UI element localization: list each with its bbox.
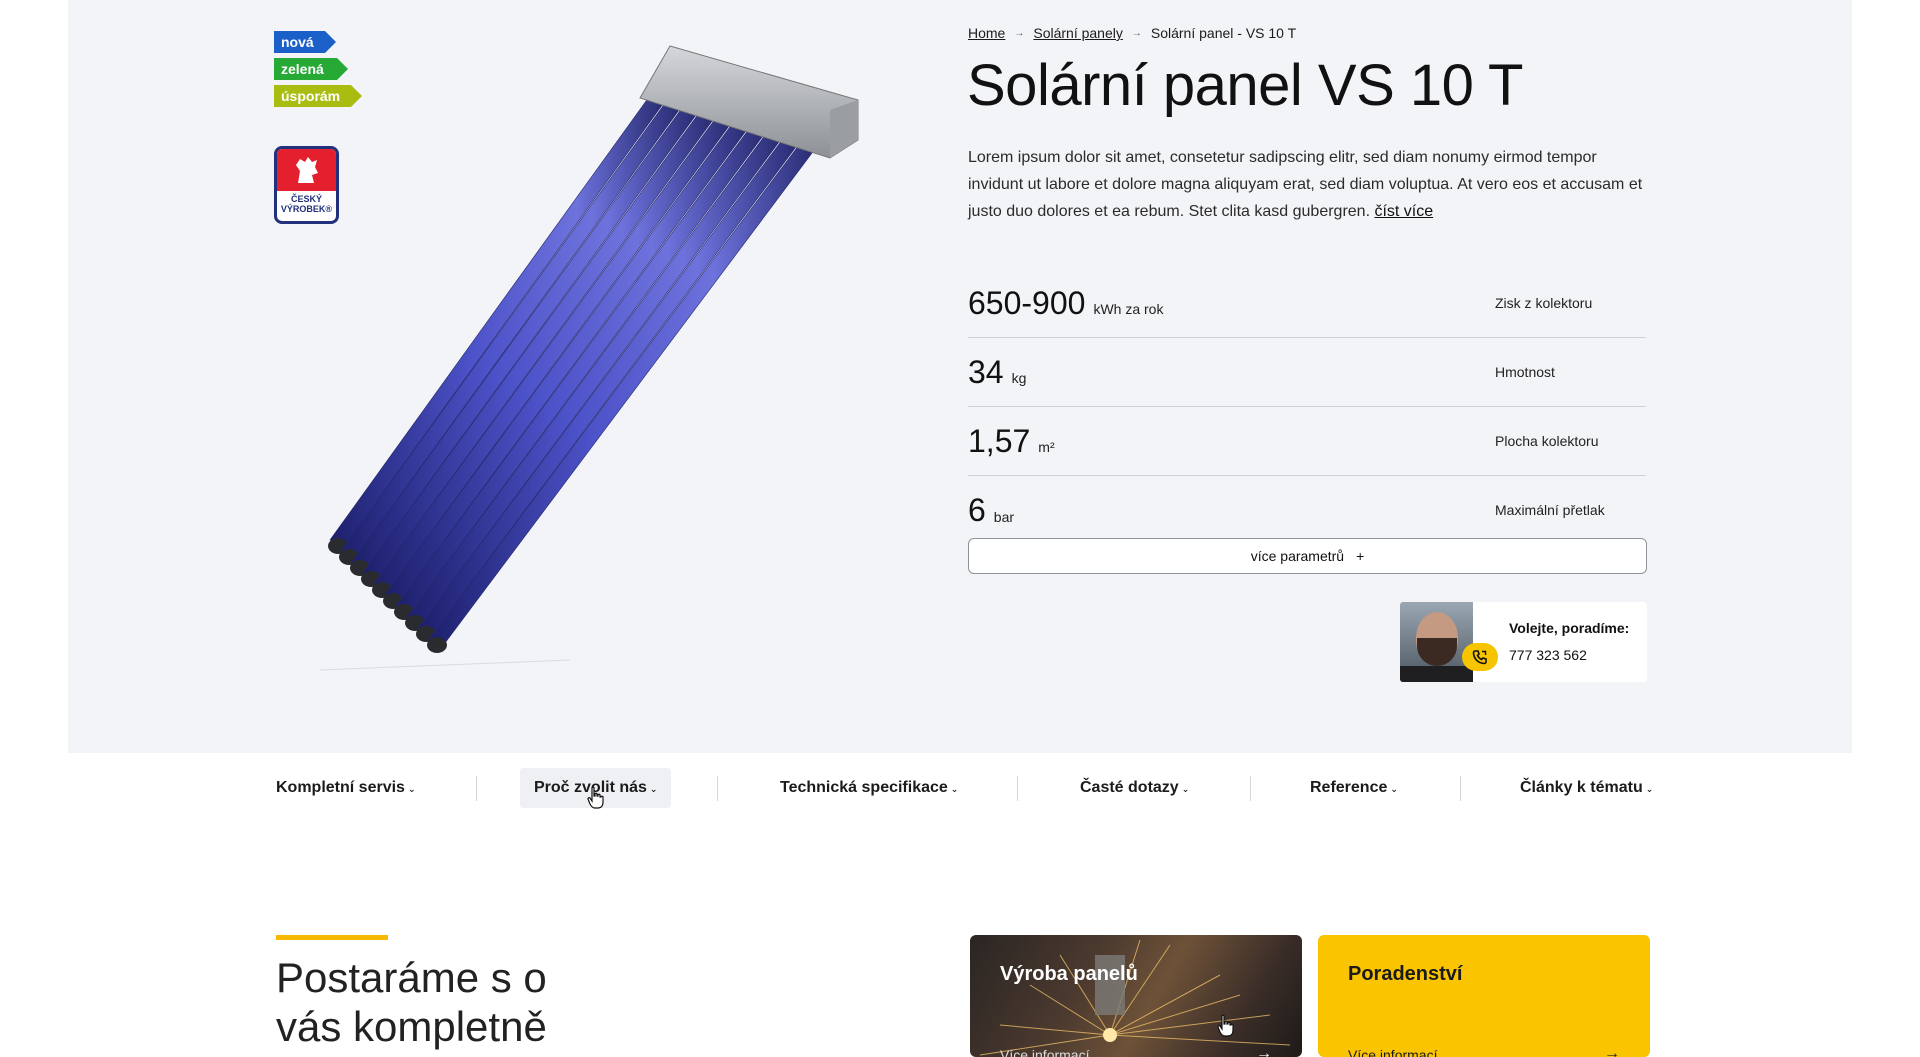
tube-cap-shape (427, 637, 447, 653)
page-title: Solární panel VS 10 T (967, 53, 1523, 118)
plus-icon: + (1356, 548, 1365, 564)
tube-shape (373, 91, 752, 589)
breadcrumb: Home → Solární panely → Solární panel - … (968, 25, 1296, 41)
tab-technicka-specifikace[interactable]: Technická specifikace ⌄ (780, 768, 958, 808)
contact-card: Volejte, poradíme: 777 323 562 (1400, 602, 1647, 682)
chevron-down-icon: ⌄ (950, 783, 959, 794)
breadcrumb-separator-icon: → (1131, 27, 1142, 39)
chevron-down-icon: ⌄ (407, 783, 416, 794)
phone-number-link[interactable]: 777 323 562 (1509, 647, 1629, 663)
product-description: Lorem ipsum dolor sit amet, consetetur s… (968, 149, 1643, 220)
phone-icon (1462, 643, 1498, 671)
parameter-row: 6 bar Maximální přetlak (968, 492, 1605, 528)
breadcrumb-current: Solární panel - VS 10 T (1150, 25, 1297, 41)
section-accent-line (276, 935, 388, 940)
tab-clanky-k-tematu[interactable]: Články k tématu ⌄ (1520, 768, 1653, 808)
hand-cursor-icon (1217, 1014, 1234, 1037)
avatar (1400, 602, 1473, 682)
more-parameters-button[interactable]: více parametrů + (968, 538, 1647, 574)
parameter-row: 650-900 kWh za rok Zisk z kolektoru (968, 269, 1646, 338)
read-more-link[interactable]: číst více (1374, 203, 1433, 220)
arrow-right-icon: → (1256, 1045, 1272, 1057)
breadcrumb-separator-icon: → (1014, 27, 1025, 39)
hand-cursor-icon (587, 786, 604, 809)
arrow-right-icon: → (1604, 1045, 1620, 1057)
breadcrumb-home[interactable]: Home (968, 25, 1005, 41)
tab-kompletni-servis[interactable]: Kompletní servis ⌄ (276, 768, 415, 808)
tab-reference[interactable]: Reference ⌄ (1310, 768, 1398, 808)
chevron-down-icon: ⌄ (1181, 783, 1190, 794)
section-tabs: Kompletní servis ⌄ Proč zvolit nás ⌄ Techn… (274, 768, 1654, 808)
parameter-list: 650-900 kWh za rok Zisk z kolektoru 34 k… (968, 269, 1646, 545)
tube-shape (384, 96, 769, 600)
card-vyroba-panelu[interactable]: Výroba panelů Více informací → (970, 935, 1302, 1057)
sparks-background-image (979, 939, 1291, 1056)
solar-panel-image (319, 45, 859, 671)
tab-caste-dotazy[interactable]: Časté dotazy ⌄ (1080, 768, 1189, 808)
parameter-row: 1,57 m² Plocha kolektoru (968, 407, 1646, 476)
section-title: Postaráme s o vás kompletně (276, 954, 547, 1050)
chevron-down-icon: ⌄ (1390, 783, 1398, 794)
card-poradenstvi[interactable]: Poradenství Více informací → (1318, 935, 1650, 1057)
parameter-row: 34 kg Hmotnost (968, 338, 1646, 407)
chevron-down-icon: ⌄ (1645, 783, 1654, 794)
breadcrumb-solar-panels[interactable]: Solární panely (1033, 25, 1123, 41)
contact-label: Volejte, poradíme: (1509, 620, 1630, 636)
chevron-down-icon: ⌄ (649, 783, 658, 794)
